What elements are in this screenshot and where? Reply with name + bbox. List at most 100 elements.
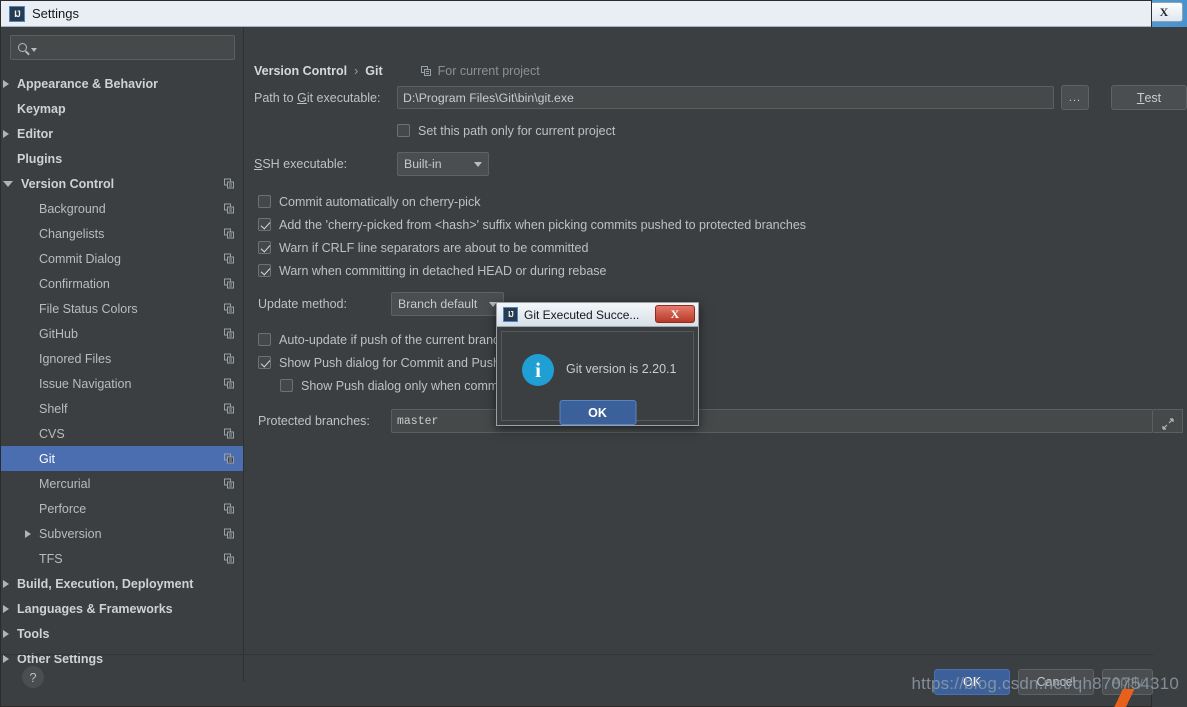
- checkbox-row[interactable]: Show Push dialog for Commit and Push: [258, 351, 1187, 374]
- sidebar-item-mercurial[interactable]: Mercurial: [1, 471, 243, 496]
- breadcrumb-current: Git: [365, 64, 383, 78]
- sidebar-item-git[interactable]: Git: [1, 446, 243, 471]
- chevron-right-icon[interactable]: [3, 129, 9, 138]
- search-icon: [18, 43, 27, 52]
- copy-settings-icon[interactable]: [224, 553, 235, 564]
- checkbox-row[interactable]: Warn if CRLF line separators are about t…: [258, 236, 1187, 259]
- sidebar-item-plugins[interactable]: Plugins: [1, 146, 243, 171]
- checkbox[interactable]: [258, 333, 271, 346]
- dialog-ok-button[interactable]: OK: [559, 400, 636, 425]
- copy-settings-icon[interactable]: [224, 478, 235, 489]
- push-options-group: Auto-update if push of the current branc…: [254, 328, 1187, 397]
- intellij-logo-icon: IJ: [9, 5, 25, 22]
- sidebar-item-ignored-files[interactable]: Ignored Files: [1, 346, 243, 371]
- checkbox[interactable]: [258, 241, 271, 254]
- ssh-executable-select[interactable]: Built-in: [397, 152, 489, 176]
- help-button[interactable]: ?: [22, 666, 44, 688]
- sidebar-item-label: Mercurial: [39, 476, 91, 491]
- copy-settings-icon[interactable]: [224, 403, 235, 414]
- title-bar: IJ Settings: [1, 1, 1151, 27]
- copy-settings-icon[interactable]: [224, 278, 235, 289]
- sidebar-item-label: Languages & Frameworks: [17, 601, 173, 616]
- sidebar-item-perforce[interactable]: Perforce: [1, 496, 243, 521]
- sidebar-item-keymap[interactable]: Keymap: [1, 96, 243, 121]
- copy-settings-icon[interactable]: [224, 253, 235, 264]
- git-path-input[interactable]: D:\Program Files\Git\bin\git.exe: [397, 86, 1054, 109]
- chevron-right-icon[interactable]: [25, 529, 31, 538]
- checkbox-row[interactable]: Commit automatically on cherry-pick: [258, 190, 1187, 213]
- checkbox[interactable]: [258, 195, 271, 208]
- checkbox[interactable]: [258, 356, 271, 369]
- copy-settings-icon[interactable]: [224, 203, 235, 214]
- sidebar-item-tfs[interactable]: TFS: [1, 546, 243, 571]
- chevron-right-icon[interactable]: [3, 79, 9, 88]
- sidebar-item-issue-navigation[interactable]: Issue Navigation: [1, 371, 243, 396]
- sidebar-item-label: Tools: [17, 626, 50, 641]
- settings-tree: Appearance & Behavior Keymap Editor Plugins…: [1, 71, 243, 671]
- sidebar-item-label: Shelf: [39, 401, 68, 416]
- sidebar-item-build-execution-deployment[interactable]: Build, Execution, Deployment: [1, 571, 243, 596]
- protected-branches-label: Protected branches:: [258, 414, 370, 428]
- copy-settings-icon[interactable]: [224, 178, 235, 189]
- checkbox[interactable]: [258, 218, 271, 231]
- dialog-close-button[interactable]: X: [655, 305, 695, 323]
- protected-branches-expand-button[interactable]: [1153, 409, 1183, 433]
- intellij-logo-icon: IJ: [503, 307, 518, 322]
- sidebar-item-label: Ignored Files: [39, 351, 112, 366]
- sidebar-item-changelists[interactable]: Changelists: [1, 221, 243, 246]
- sidebar-item-cvs[interactable]: CVS: [1, 421, 243, 446]
- copy-settings-icon[interactable]: [224, 328, 235, 339]
- sidebar-item-tools[interactable]: Tools: [1, 621, 243, 646]
- copy-settings-icon[interactable]: [224, 528, 235, 539]
- sidebar-item-confirmation[interactable]: Confirmation: [1, 271, 243, 296]
- copy-settings-icon[interactable]: [224, 228, 235, 239]
- chevron-right-icon[interactable]: [3, 604, 9, 613]
- sidebar-item-subversion[interactable]: Subversion: [1, 521, 243, 546]
- breadcrumb: Version Control › Git For current projec…: [254, 64, 540, 78]
- sidebar-item-commit-dialog[interactable]: Commit Dialog: [1, 246, 243, 271]
- copy-settings-icon[interactable]: [224, 428, 235, 439]
- search-input[interactable]: [10, 35, 235, 60]
- chevron-right-icon[interactable]: [3, 579, 9, 588]
- checkbox-row[interactable]: Add the 'cherry-picked from <hash>' suff…: [258, 213, 1187, 236]
- sidebar-item-label: Confirmation: [39, 276, 110, 291]
- sidebar-item-background[interactable]: Background: [1, 196, 243, 221]
- chevron-right-icon[interactable]: [3, 629, 9, 638]
- sidebar-item-file-status-colors[interactable]: File Status Colors: [1, 296, 243, 321]
- copy-settings-icon[interactable]: [224, 453, 235, 464]
- checkbox-row[interactable]: Show Push dialog only when committing to…: [280, 374, 1187, 397]
- sidebar-item-languages-frameworks[interactable]: Languages & Frameworks: [1, 596, 243, 621]
- dialog-body: i Git version is 2.20.1 OK: [501, 331, 694, 425]
- set-path-scope-row[interactable]: Set this path only for current project: [397, 119, 1187, 142]
- chevron-down-icon: [31, 47, 37, 52]
- copy-settings-icon[interactable]: [224, 503, 235, 514]
- expand-icon: [1162, 418, 1174, 430]
- copy-settings-icon[interactable]: [224, 353, 235, 364]
- window-title: Settings: [32, 6, 79, 21]
- set-path-scope-checkbox[interactable]: [397, 124, 410, 137]
- ssh-executable-row: SSH executable: Built-in: [254, 152, 1187, 176]
- checkbox-row[interactable]: Auto-update if push of the current branc…: [258, 328, 1187, 351]
- sidebar-item-label: Version Control: [21, 176, 115, 191]
- test-button[interactable]: Test: [1111, 85, 1187, 110]
- sidebar-item-shelf[interactable]: Shelf: [1, 396, 243, 421]
- sidebar-item-version-control[interactable]: Version Control: [1, 171, 243, 196]
- browse-button[interactable]: ...: [1061, 85, 1089, 110]
- update-method-select[interactable]: Branch default: [391, 292, 504, 316]
- breadcrumb-parent[interactable]: Version Control: [254, 64, 347, 78]
- checkbox-label: Commit automatically on cherry-pick: [279, 194, 481, 209]
- sidebar-item-github[interactable]: GitHub: [1, 321, 243, 346]
- checkbox[interactable]: [280, 379, 293, 392]
- sidebar-item-label: Editor: [17, 126, 54, 141]
- checkbox[interactable]: [258, 264, 271, 277]
- copy-settings-icon[interactable]: [224, 303, 235, 314]
- sidebar-item-label: Git: [39, 451, 55, 466]
- checkbox-row[interactable]: Warn when committing in detached HEAD or…: [258, 259, 1187, 282]
- info-icon: i: [522, 354, 554, 386]
- set-path-scope-label: Set this path only for current project: [418, 123, 616, 138]
- chevron-down-icon[interactable]: [3, 180, 13, 187]
- copy-settings-icon[interactable]: [224, 378, 235, 389]
- update-method-row: Update method: Branch default: [254, 292, 1187, 316]
- sidebar-item-appearance-behavior[interactable]: Appearance & Behavior: [1, 71, 243, 96]
- sidebar-item-editor[interactable]: Editor: [1, 121, 243, 146]
